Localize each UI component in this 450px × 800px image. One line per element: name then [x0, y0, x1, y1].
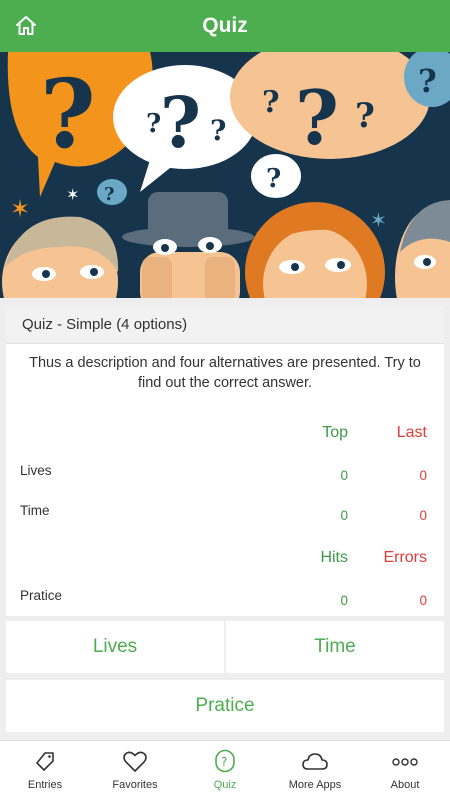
bottom-nav: Entries Favorites ? Quiz More Apps About [0, 740, 450, 800]
svg-text:✶: ✶ [10, 196, 30, 223]
practice-errors-value: 0 [419, 593, 427, 608]
lives-top-value: 0 [340, 468, 348, 483]
page-title: Quiz [202, 14, 248, 37]
question-icon: ? [214, 749, 236, 775]
dots-icon [391, 749, 419, 775]
banner-illustration: ? ? ? ? ? ? ? ? ? ? ✶ ✶ ✶ [0, 52, 450, 298]
nav-favorites[interactable]: Favorites [90, 741, 180, 800]
header-errors: Errors [383, 549, 427, 566]
nav-quiz-label: Quiz [213, 779, 237, 791]
lives-last-value: 0 [419, 468, 427, 483]
lives-button[interactable]: Lives [6, 621, 224, 673]
nav-favorites-label: Favorites [112, 779, 158, 791]
svg-text:?: ? [160, 81, 201, 164]
svg-text:?: ? [210, 114, 226, 147]
row-lives-label: Lives [20, 463, 52, 478]
row-practice-label: Pratice [20, 588, 63, 603]
nav-more-apps[interactable]: More Apps [270, 741, 360, 800]
nav-entries[interactable]: Entries [0, 741, 90, 800]
svg-text:?: ? [355, 96, 375, 136]
svg-text:?: ? [262, 85, 280, 120]
header-hits: Hits [320, 549, 348, 566]
time-button[interactable]: Time [226, 621, 444, 673]
nav-about[interactable]: About [360, 741, 450, 800]
svg-text:?: ? [146, 109, 161, 139]
header-last: Last [396, 424, 427, 441]
header-top: Top [322, 424, 348, 441]
card-title: Quiz - Simple (4 options) [6, 306, 444, 344]
time-last-value: 0 [419, 508, 427, 523]
row-time-label: Time [20, 503, 50, 518]
quiz-description: Thus a description and four alternatives… [29, 355, 421, 391]
app-bar: Quiz [0, 0, 450, 52]
home-icon[interactable] [12, 12, 40, 40]
quiz-info-card: Quiz - Simple (4 options) Thus a descrip… [6, 306, 444, 616]
nav-about-label: About [390, 779, 420, 791]
practice-button[interactable]: Pratice [6, 680, 444, 732]
practice-hits-value: 0 [340, 593, 348, 608]
heart-icon [122, 749, 148, 775]
svg-text:✶: ✶ [66, 187, 79, 204]
svg-text:?: ? [221, 755, 227, 769]
time-top-value: 0 [340, 508, 348, 523]
svg-text:?: ? [418, 62, 437, 100]
cloud-icon [301, 749, 329, 775]
svg-text:?: ? [40, 59, 96, 170]
nav-quiz[interactable]: ? Quiz [180, 741, 270, 800]
svg-text:✶: ✶ [370, 210, 387, 232]
svg-text:?: ? [295, 74, 339, 162]
tag-icon [33, 749, 57, 775]
nav-entries-label: Entries [27, 779, 63, 791]
nav-more-apps-label: More Apps [288, 779, 342, 791]
svg-text:?: ? [266, 164, 281, 194]
svg-text:?: ? [104, 184, 115, 205]
